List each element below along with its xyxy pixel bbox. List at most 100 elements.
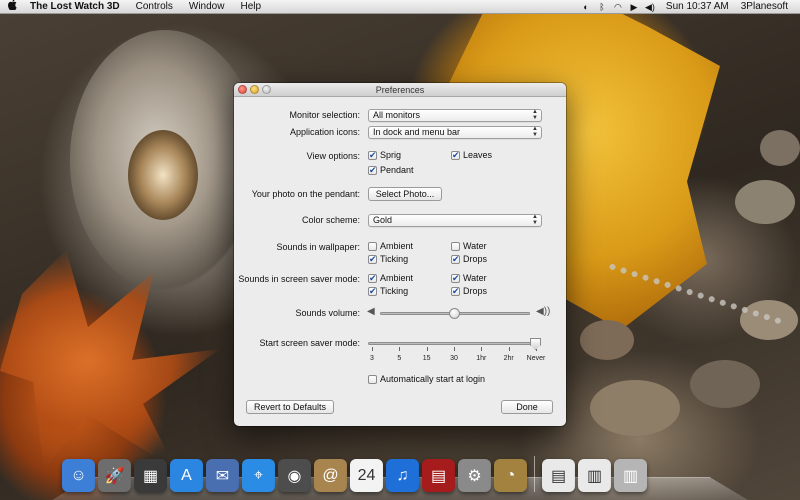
ambient-label: Ambient [380,241,414,251]
leaves-checkbox[interactable]: Leaves [451,150,492,160]
checkbox-box[interactable] [368,254,377,264]
checkbox-box[interactable] [451,286,460,296]
calendar-icon[interactable]: 24 [350,459,383,492]
tick-label: 15 [422,355,431,362]
monitor-selection-popup[interactable]: All monitors ▲ ▼ [368,109,542,122]
tick-mark [372,347,373,351]
volume-icon[interactable]: ◀) [642,0,658,14]
checkbox-box[interactable] [368,165,377,175]
pendant-checkbox[interactable]: Pendant [368,165,414,175]
wallpaper-pendant-center [128,130,198,220]
zoom-button[interactable] [262,85,271,94]
done-button[interactable]: Done [501,400,553,414]
finder-icon[interactable]: ☺ [62,459,95,492]
document-icon[interactable]: ▥ [578,459,611,492]
watch-menu-icon[interactable]: ◐ [578,0,594,14]
checkbox-box[interactable] [368,286,377,296]
preferences-window: Preferences Monitor selection: All monit… [234,83,566,426]
checkbox-box[interactable] [451,150,460,160]
screensaver-slider-track[interactable] [368,342,540,345]
wallpaper-stone [690,360,760,408]
play-icon[interactable]: ▶ [626,0,642,14]
popup-arrows-icon: ▲ ▼ [532,109,538,121]
apple-icon[interactable] [0,0,26,14]
sounds-volume-label: Sounds volume: [295,308,360,318]
wallpaper-stone [580,320,634,360]
facetime-icon[interactable]: ◉ [278,459,311,492]
mail-stamp-icon[interactable]: ✉ [206,459,239,492]
screensaver-drops-checkbox[interactable]: Drops [451,286,487,296]
tick-mark [426,347,428,351]
checkbox-box[interactable] [368,273,377,283]
wallpaper-ticking-checkbox[interactable]: Ticking [368,254,408,264]
popup-arrows-icon: ▲ ▼ [532,214,538,226]
app-store-icon[interactable]: A [170,459,203,492]
ambient-label: Ambient [380,273,414,283]
wallpaper-drops-checkbox[interactable]: Drops [451,254,487,264]
dock-separator [534,456,535,492]
tick-label: 2hr [503,355,514,362]
tick-label: Never [526,355,546,362]
sprig-checkbox[interactable]: Sprig [368,150,401,160]
launchpad-icon[interactable]: 🚀 [98,459,131,492]
checkbox-box[interactable] [368,241,377,251]
trash-icon[interactable]: ▥ [614,459,647,492]
lost-watch-icon[interactable]: ◔ [494,459,527,492]
monitor-selection-value: All monitors [373,110,421,120]
menu-bar: The Lost Watch 3D Controls Window Help ◐… [0,0,800,14]
ticking-label: Ticking [380,286,409,296]
dashboard-icon[interactable]: ▦ [134,459,167,492]
status-area: ◐ ᛒ ◠ ▶ ◀) Sun 10:37 AM 3Planesoft [578,0,800,14]
auto-start-checkbox[interactable]: Automatically start at login [368,374,485,384]
sounds-wallpaper-label: Sounds in wallpaper: [276,242,360,252]
application-icons-popup[interactable]: In dock and menu bar ▲ ▼ [368,126,542,139]
checkbox-box[interactable] [451,273,460,283]
menu-clock[interactable]: Sun 10:37 AM [658,0,737,14]
color-scheme-value: Gold [373,215,393,225]
water-label: Water [463,241,487,251]
checkbox-box[interactable] [451,254,460,264]
system-preferences-icon[interactable]: ⚙ [458,459,491,492]
tick-label: 1hr [476,355,487,362]
menu-help[interactable]: Help [232,0,269,14]
wifi-icon[interactable]: ◠ [610,0,626,14]
wallpaper-ambient-checkbox[interactable]: Ambient [368,241,413,251]
photo-booth-icon[interactable]: ▤ [422,459,455,492]
document-icon[interactable]: ▤ [542,459,575,492]
checkbox-box[interactable] [368,374,377,384]
contacts-icon[interactable]: @ [314,459,347,492]
drops-label: Drops [463,286,488,296]
select-photo-button[interactable]: Select Photo... [368,187,442,201]
color-scheme-label: Color scheme: [301,215,360,225]
sounds-screensaver-label: Sounds in screen saver mode: [238,274,360,284]
tick-mark [481,347,483,351]
bluetooth-icon[interactable]: ᛒ [594,0,610,14]
volume-high-icon: ◀)) [536,306,551,317]
close-button[interactable] [238,85,247,94]
dock: ☺ 🚀 ▦ A ✉ ⌖ ◉ @24 ♫ ▤ ⚙ ◔ ▤ ▥ ▥ [62,448,647,492]
screensaver-water-checkbox[interactable]: Water [451,273,487,283]
screensaver-start-label: Start screen saver mode: [259,338,360,348]
user-menu[interactable]: 3Planesoft [737,0,792,14]
itunes-icon[interactable]: ♫ [386,459,419,492]
screensaver-ticking-checkbox[interactable]: Ticking [368,286,408,296]
tick-mark [508,347,510,351]
checkbox-box[interactable] [451,241,460,251]
volume-slider-knob[interactable] [449,308,460,319]
auto-start-label: Automatically start at login [380,374,486,384]
checkbox-box[interactable] [368,150,377,160]
wallpaper-stone [735,180,795,224]
tick-label: 3 [370,355,374,362]
screensaver-ambient-checkbox[interactable]: Ambient [368,273,413,283]
menu-window[interactable]: Window [181,0,233,14]
screensaver-slider-knob[interactable] [530,338,541,350]
revert-to-defaults-button[interactable]: Revert to Defaults [246,400,334,414]
safari-icon[interactable]: ⌖ [242,459,275,492]
minimize-button[interactable] [250,85,259,94]
tick-label: 30 [450,355,458,362]
window-titlebar[interactable]: Preferences [234,83,566,97]
color-scheme-popup[interactable]: Gold ▲ ▼ [368,214,542,227]
wallpaper-water-checkbox[interactable]: Water [451,241,487,251]
app-name-menu[interactable]: The Lost Watch 3D [26,0,128,14]
menu-controls[interactable]: Controls [128,0,181,14]
